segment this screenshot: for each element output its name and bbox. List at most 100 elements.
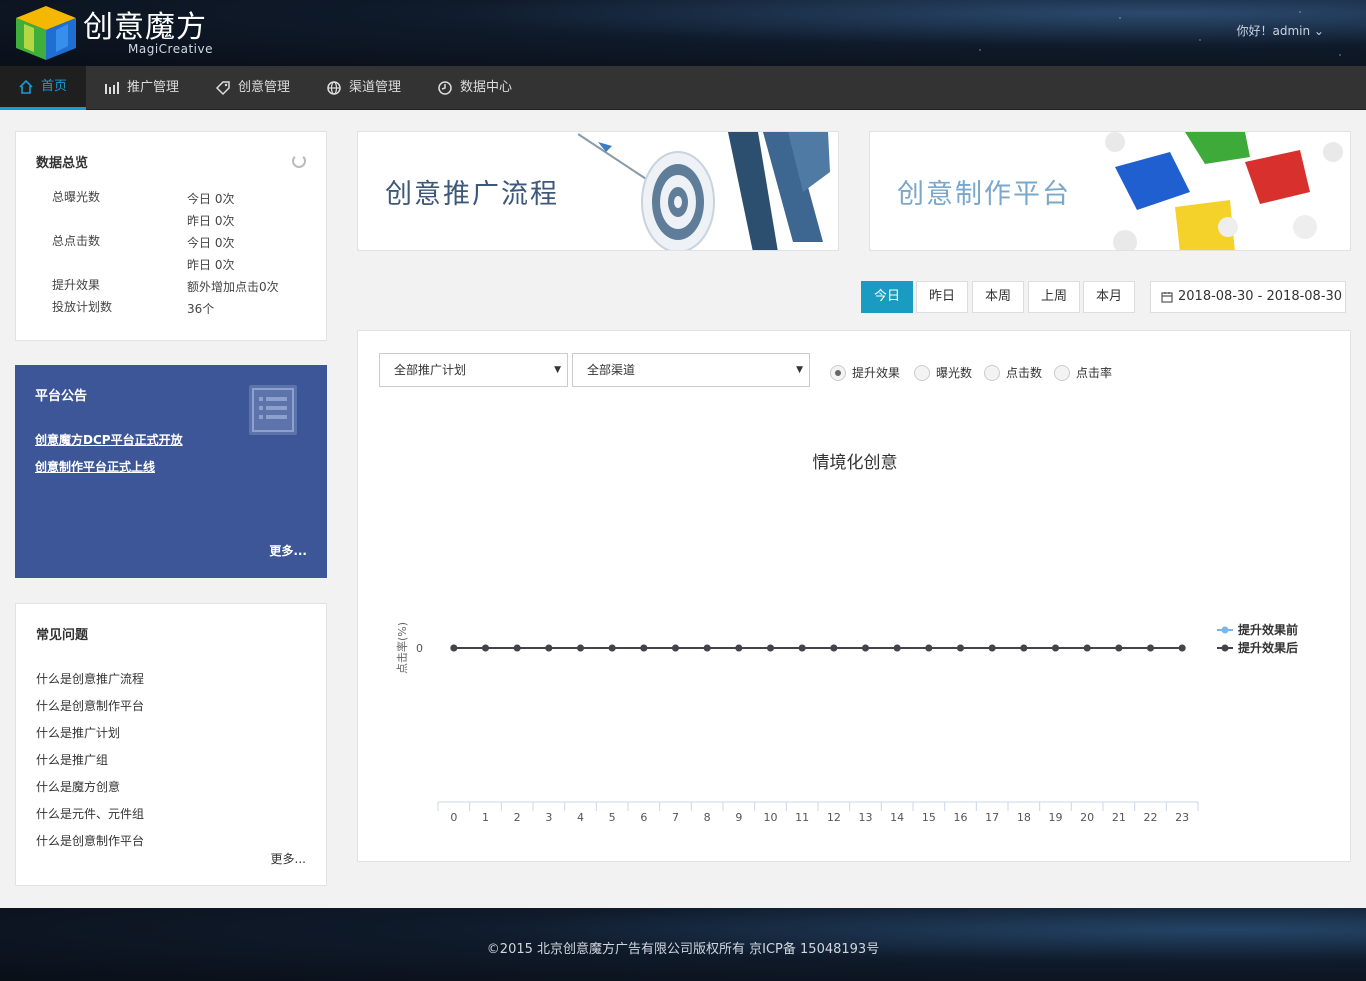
data-point [1020, 644, 1028, 652]
overview-panel: 数据总览 总曝光数 今日 0次 昨日 0次 总点击数 今日 0次 昨日 0次 提… [15, 131, 327, 341]
legend-marker [1221, 626, 1229, 634]
x-tick-label: 4 [577, 811, 584, 824]
data-point [925, 644, 933, 652]
data-point [450, 644, 458, 652]
data-point [545, 644, 553, 652]
logo-subtitle: MagiCreative [128, 42, 213, 56]
nav-item-creative[interactable]: 创意管理 [215, 66, 290, 110]
data-point [830, 644, 838, 652]
date-this-month-button[interactable]: 本月 [1083, 281, 1135, 313]
nav-item-home[interactable]: 首页 [0, 66, 86, 110]
list-icon [249, 385, 297, 435]
faq-item[interactable]: 什么是创意推广流程 [36, 670, 144, 687]
x-tick-label: 14 [890, 811, 904, 824]
overview-value: 昨日 0次 [187, 258, 235, 272]
x-tick-label: 20 [1080, 811, 1094, 824]
promotion-flow-banner[interactable]: 创意推广流程 [357, 131, 839, 251]
x-tick-label: 2 [514, 811, 521, 824]
x-tick-label: 17 [985, 811, 999, 824]
creative-platform-banner[interactable]: 创意制作平台 [869, 131, 1351, 251]
notice-link[interactable]: 创意制作平台正式上线 [35, 458, 155, 475]
data-point [640, 644, 648, 652]
y-axis-label: 点击率(%) [395, 622, 409, 674]
home-icon [19, 79, 33, 94]
line-chart: 点击率(%) 00 1 2 3 4 5 6 7 8 9 10 11 12 13 14 15 16 17 18 19 20 2… [395, 622, 1298, 824]
clock-icon [438, 81, 452, 95]
cube-logo-icon[interactable] [14, 4, 78, 62]
notice-title: 平台公告 [35, 389, 88, 404]
data-point [672, 644, 679, 652]
data-point [513, 644, 521, 652]
nav-label-creative: 创意管理 [238, 80, 291, 95]
faq-item[interactable]: 什么是魔方创意 [36, 778, 120, 795]
x-tick-label: 19 [1049, 811, 1063, 824]
overview-value: 昨日 0次 [187, 214, 235, 228]
faq-item[interactable]: 什么是推广组 [36, 751, 108, 768]
target-www-illustration [578, 132, 830, 250]
overview-label-impressions: 总曝光数 [52, 190, 101, 204]
main-nav: 首页 推广管理 创意管理 渠道管理 数据中心 [0, 66, 1366, 110]
notice-link[interactable]: 创意魔方DCP平台正式开放 [35, 431, 183, 448]
faq-more-link[interactable]: 更多... [271, 850, 306, 867]
puzzle-illustration [1105, 132, 1343, 250]
nav-item-data[interactable]: 数据中心 [437, 66, 512, 110]
chart-panel: 全部推广计划 ▼ 全部渠道 ▼ 提升效果 曝光数 点击数 点击率 情境化创意 点… [357, 330, 1351, 862]
overview-label-plans: 投放计划数 [52, 300, 113, 314]
header: 创意魔方 MagiCreative 你好！admin ⌄ [0, 0, 1366, 66]
nav-item-channel[interactable]: 渠道管理 [326, 66, 401, 110]
date-range-value: 2018-08-30 - 2018-08-30 [1178, 289, 1343, 304]
notice-more-link[interactable]: 更多... [269, 542, 307, 559]
faq-item[interactable]: 什么是元件、元件组 [36, 805, 144, 822]
nav-label-promotion: 推广管理 [127, 80, 180, 95]
x-tick-label: 23 [1175, 811, 1189, 824]
legend-label: 提升效果后 [1238, 640, 1298, 655]
x-tick-label: 11 [795, 811, 809, 824]
overview-label-lift: 提升效果 [52, 278, 101, 292]
faq-item[interactable]: 什么是创意制作平台 [36, 832, 144, 849]
tag-icon [215, 81, 230, 96]
globe-icon [327, 81, 341, 95]
faq-item[interactable]: 什么是推广计划 [36, 724, 120, 741]
y-tick-label: 0 [416, 642, 423, 655]
x-tick-label: 9 [735, 811, 742, 824]
x-tick-label: 15 [922, 811, 936, 824]
data-point [1083, 644, 1091, 652]
x-tick-label: 1 [482, 811, 489, 824]
data-point [1178, 644, 1186, 652]
nav-label-home: 首页 [41, 78, 68, 94]
date-this-week-button[interactable]: 本周 [972, 281, 1024, 313]
refresh-icon[interactable] [292, 154, 306, 168]
overview-value: 今日 0次 [187, 192, 235, 206]
data-point [798, 644, 806, 652]
data-point [1115, 644, 1123, 652]
legend-marker [1221, 644, 1229, 652]
notice-panel: 平台公告 创意魔方DCP平台正式开放 创意制作平台正式上线 更多... [15, 365, 327, 578]
overview-value: 额外增加点击0次 [187, 280, 279, 294]
date-yesterday-button[interactable]: 昨日 [916, 281, 968, 313]
x-tick-label: 18 [1017, 811, 1031, 824]
data-point [703, 644, 711, 652]
overview-value: 36个 [187, 302, 215, 316]
data-point [735, 644, 743, 652]
date-range-picker[interactable]: 2018-08-30 - 2018-08-30 [1150, 281, 1346, 313]
calendar-icon [1161, 292, 1173, 303]
banner-title: 创意制作平台 [897, 179, 1071, 210]
x-tick-label: 5 [609, 811, 616, 824]
user-menu[interactable]: 你好！admin ⌄ [1237, 22, 1324, 39]
x-tick-label: 21 [1112, 811, 1126, 824]
date-last-week-button[interactable]: 上周 [1028, 281, 1080, 313]
x-tick-label: 10 [764, 811, 778, 824]
data-point [1052, 644, 1059, 652]
bar-chart-icon [105, 82, 119, 94]
x-tick-label: 12 [827, 811, 841, 824]
data-point [988, 644, 996, 652]
data-point [767, 644, 774, 652]
footer-copyright: ©2015 北京创意魔方广告有限公司版权所有 京ICP备 15048193号 [486, 942, 880, 957]
nav-item-promotion[interactable]: 推广管理 [104, 66, 179, 110]
faq-panel: 常见问题 什么是创意推广流程 什么是创意制作平台 什么是推广计划 什么是推广组 … [15, 603, 327, 886]
nav-label-channel: 渠道管理 [349, 80, 402, 95]
data-point [482, 644, 489, 652]
date-today-button[interactable]: 今日 [861, 281, 913, 313]
faq-item[interactable]: 什么是创意制作平台 [36, 697, 144, 714]
x-tick-label: 16 [954, 811, 968, 824]
